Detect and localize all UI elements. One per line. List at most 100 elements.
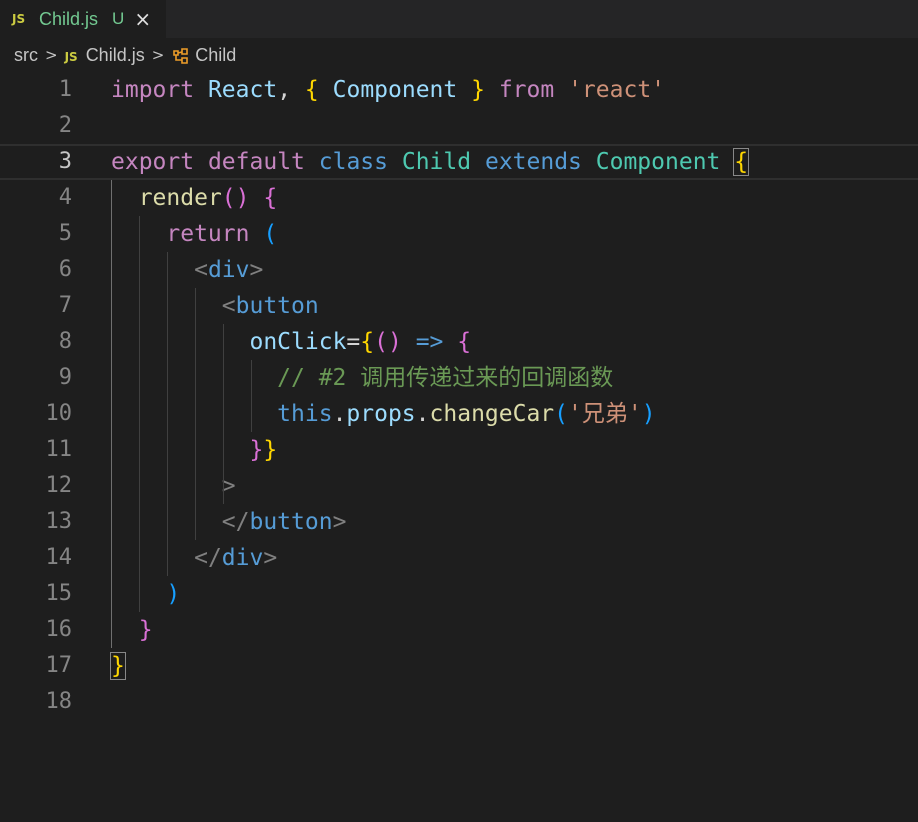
- code-text: export default class Child extends Compo…: [111, 146, 750, 178]
- line-number: 16: [45, 617, 73, 642]
- code-token: }: [110, 652, 126, 680]
- tab-filename: Child.js: [39, 8, 99, 29]
- code-token: '兄弟': [568, 401, 642, 427]
- breadcrumb-symbol-label: Child: [195, 44, 237, 65]
- code-token: .: [332, 401, 347, 427]
- code-token: return: [166, 221, 250, 247]
- code-text: <button: [111, 288, 319, 324]
- code-token: {: [304, 77, 319, 103]
- line-number: 2: [58, 113, 72, 138]
- code-token: }: [263, 437, 278, 463]
- code-line[interactable]: 11 }}: [0, 432, 918, 468]
- code-token: (): [221, 185, 250, 211]
- code-text: this.props.changeCar('兄弟'): [111, 396, 655, 432]
- code-token: import: [111, 77, 195, 103]
- code-text: import React, { Component } from 'react': [111, 72, 665, 108]
- line-number: 4: [58, 185, 72, 210]
- code-token: div: [221, 545, 264, 571]
- code-token: (: [554, 401, 569, 427]
- code-line[interactable]: 7 <button: [0, 288, 918, 324]
- code-token: ,: [277, 77, 305, 103]
- code-text: render() {: [111, 180, 278, 216]
- code-line[interactable]: 1 import React, { Component } from 'react…: [0, 72, 918, 108]
- line-number: 15: [45, 581, 73, 606]
- code-token: Child: [401, 149, 472, 175]
- code-line[interactable]: 4 render() {: [0, 180, 918, 216]
- line-number: 12: [45, 473, 73, 498]
- line-number: 13: [45, 509, 73, 534]
- code-text: return (: [111, 216, 277, 252]
- code-line[interactable]: 3 export default class Child extends Comp…: [0, 144, 918, 180]
- breadcrumb-file-label: Child.js: [85, 44, 145, 65]
- code-token: div: [207, 257, 250, 283]
- line-number: 9: [58, 365, 72, 390]
- code-text: }: [110, 648, 126, 684]
- code-token: props: [346, 401, 416, 427]
- code-editor[interactable]: 1 import React, { Component } from 'react…: [0, 72, 918, 822]
- code-token: (): [374, 329, 402, 355]
- code-token: =: [346, 329, 361, 355]
- code-token: {: [457, 329, 472, 355]
- code-line[interactable]: 6 <div>: [0, 252, 918, 288]
- tab-child-js[interactable]: JS Child.js U ×: [0, 0, 166, 38]
- code-token: this: [277, 401, 333, 427]
- code-token: 'react': [568, 77, 666, 103]
- code-line[interactable]: 10 this.props.changeCar('兄弟'): [0, 396, 918, 432]
- breadcrumb-folder-src[interactable]: src: [14, 45, 38, 66]
- code-line[interactable]: 16 }: [0, 612, 918, 648]
- code-line[interactable]: 5 return (: [0, 216, 918, 252]
- code-line[interactable]: 17}: [0, 648, 918, 684]
- code-token: =>: [415, 329, 444, 355]
- indent-guide: [167, 252, 168, 576]
- code-token: export: [111, 149, 195, 175]
- code-line[interactable]: 9 // #2 调用传递过来的回调函数: [0, 360, 918, 396]
- code-line[interactable]: 15 ): [0, 576, 918, 612]
- git-status-badge: U: [112, 9, 125, 28]
- code-line[interactable]: 13 </button>: [0, 504, 918, 540]
- indent-guide: [223, 324, 224, 504]
- line-number: 6: [58, 257, 72, 282]
- code-line[interactable]: 2: [0, 108, 918, 144]
- close-icon[interactable]: ×: [134, 7, 151, 31]
- code-token: // #2 调用传递过来的回调函数: [277, 365, 614, 391]
- line-number: 10: [45, 401, 73, 426]
- code-token: >: [249, 257, 264, 283]
- code-text: ): [111, 576, 180, 612]
- code-token: onClick: [249, 329, 347, 355]
- code-token: {: [263, 185, 278, 211]
- line-number: 14: [45, 545, 73, 570]
- code-line[interactable]: 18: [0, 684, 918, 720]
- breadcrumb-file[interactable]: JS Child.js: [65, 45, 145, 66]
- indent-guide: [139, 216, 140, 612]
- line-number: 3: [58, 149, 72, 174]
- code-token: class: [318, 149, 388, 175]
- code-text: }: [111, 612, 153, 648]
- breadcrumb-symbol[interactable]: Child: [171, 45, 236, 66]
- code-token: .: [415, 401, 430, 427]
- class-symbol-icon: [173, 47, 189, 64]
- code-line[interactable]: 14 </div>: [0, 540, 918, 576]
- line-number: 5: [58, 221, 72, 246]
- code-text: <div>: [111, 252, 263, 288]
- code-line[interactable]: 8 onClick={() => {: [0, 324, 918, 360]
- code-line[interactable]: 12 >: [0, 468, 918, 504]
- js-file-icon: JS: [12, 12, 26, 26]
- code-token: }: [471, 77, 485, 103]
- chevron-right-icon: >: [45, 46, 58, 64]
